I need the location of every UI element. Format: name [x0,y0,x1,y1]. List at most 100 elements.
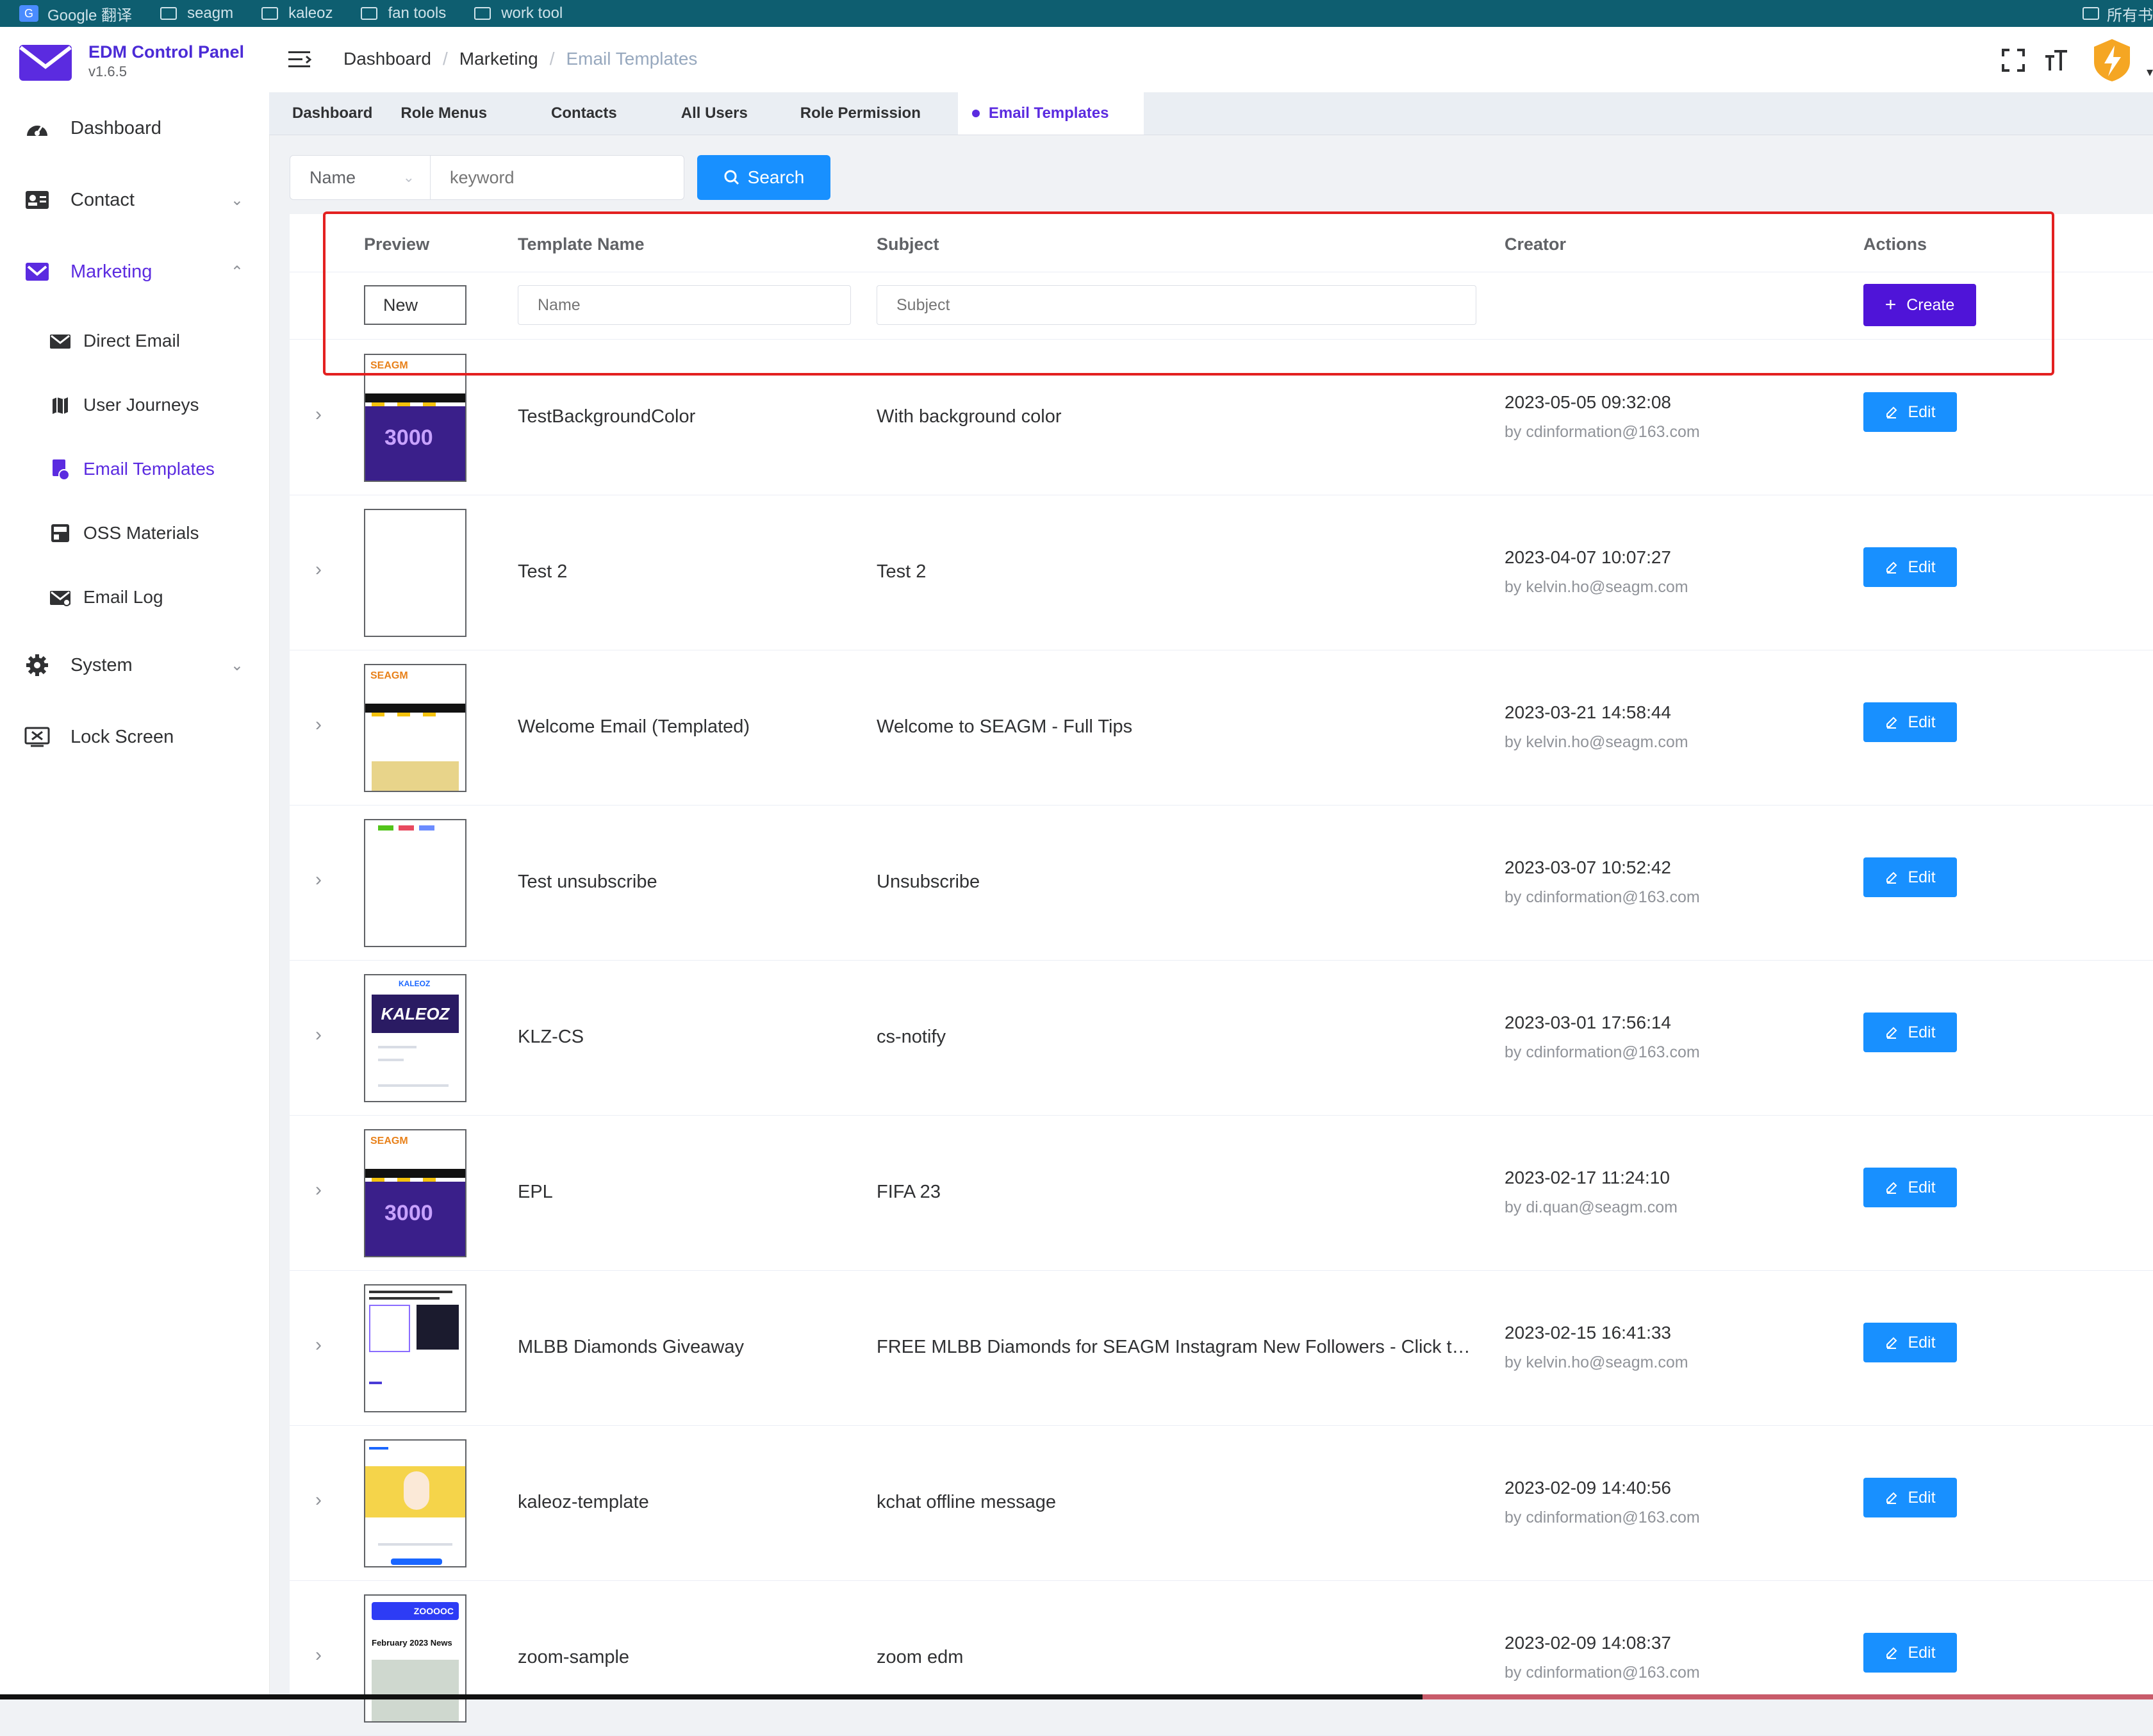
edit-button[interactable]: Edit [1863,392,1957,432]
sidebar-subitem-email-log[interactable]: Email Log [0,572,269,623]
breadcrumb-item[interactable]: Marketing [459,49,538,69]
table-row: › Test unsubscribe Unsubscribe 2023-03-07 1… [290,805,2153,961]
top-header: Dashboard / Marketing / Email Templates … [269,27,2153,92]
folder-icon [2083,7,2099,20]
breadcrumb-item[interactable]: Dashboard [343,49,431,69]
brand[interactable]: EDM Control Panel v1.6.5 [17,38,244,83]
created-date: 2023-02-15 16:41:33 [1505,1323,1671,1343]
thumb-logo: ZOOOOC [372,1602,459,1620]
sidebar-subitem-user-journeys[interactable]: User Journeys [0,379,269,431]
folder-icon [261,7,279,20]
sidebar-item-system[interactable]: System ⌄ [0,640,269,691]
template-name: Test 2 [518,561,568,582]
created-date: 2023-03-07 10:52:42 [1505,857,1671,877]
edit-button[interactable]: Edit [1863,857,1957,897]
create-button[interactable]: + Create [1863,284,1976,326]
template-preview-thumbnail[interactable]: KALEOZ KALEOZ [364,974,466,1102]
sidebar-subitem-direct-email[interactable]: Direct Email [0,315,269,367]
gear-icon [23,651,51,679]
bookmark-item[interactable]: work tool [474,4,563,22]
header-actions: ▾ [2001,38,2153,87]
expand-chevron-icon[interactable]: › [315,404,322,426]
new-name-input[interactable] [518,285,851,325]
active-dot-icon [971,110,980,117]
column-header-preview: Preview [364,235,430,254]
hamburger-icon[interactable] [288,50,312,69]
chevron-down-icon[interactable]: ▾ [2147,64,2153,80]
expand-chevron-icon[interactable]: › [315,1489,322,1511]
creator-email: by di.quan@seagm.com [1505,1198,1678,1216]
expand-chevron-icon[interactable]: › [315,869,322,891]
tab-contacts[interactable]: Contacts [537,92,631,135]
new-subject-input[interactable] [877,285,1476,325]
edit-button[interactable]: Edit [1863,1168,1957,1207]
chevron-down-icon: ⌄ [230,191,243,209]
sidebar-item-dashboard[interactable]: Dashboard [0,103,269,154]
edit-button[interactable]: Edit [1863,1323,1957,1362]
bookmark-item[interactable]: kaleoz [261,4,333,22]
expand-chevron-icon[interactable]: › [315,1179,322,1201]
sidebar-subitem-oss-materials[interactable]: OSS Materials [0,508,269,559]
search-button[interactable]: Search [697,155,830,200]
column-header-actions: Actions [1863,235,1927,254]
avatar[interactable] [2091,38,2132,87]
create-button-label: Create [1906,295,1955,314]
expand-chevron-icon[interactable]: › [315,1644,322,1666]
new-preview-box[interactable]: New [364,285,466,325]
edit-button[interactable]: Edit [1863,702,1957,742]
creator-email: by kelvin.ho@seagm.com [1505,1353,1688,1371]
template-preview-thumbnail[interactable] [364,819,466,947]
template-preview-thumbnail[interactable] [364,1439,466,1567]
thumb-headline: KALEOZ [372,995,459,1033]
app-title: EDM Control Panel [88,42,245,62]
edit-icon [1886,872,1897,884]
font-size-icon[interactable] [2044,49,2068,76]
bookmark-all[interactable]: 所有书 [2083,0,2153,27]
created-date: 2023-03-01 17:56:14 [1505,1013,1671,1032]
template-preview-thumbnail[interactable]: SEAGM 3000 [364,354,466,482]
edit-button[interactable]: Edit [1863,1478,1957,1517]
tab-email-templates[interactable]: Email Templates [957,92,1144,135]
thumb-nav [365,704,465,718]
bookmark-item[interactable]: seagm [160,4,233,22]
sidebar-label: Direct Email [83,331,180,351]
fullscreen-icon[interactable] [2001,48,2025,76]
created-date: 2023-02-09 14:40:56 [1505,1478,1671,1498]
table-row: › SEAGM Welcome Email (Templated) Welcome t… [290,650,2153,806]
tab-dashboard[interactable]: Dashboard [278,92,386,135]
search-input[interactable] [431,155,684,200]
tab-role-permission[interactable]: Role Permission [786,92,935,135]
sidebar-item-marketing[interactable]: Marketing ⌃ [0,246,269,297]
sidebar-item-lock-screen[interactable]: Lock Screen [0,711,269,763]
template-preview-thumbnail[interactable]: SEAGM 3000 [364,1129,466,1257]
creator-email: by cdinformation@163.com [1505,888,1700,906]
edit-icon [1886,1647,1897,1659]
edit-button[interactable]: Edit [1863,1633,1957,1673]
template-subject: With background color [877,406,1062,427]
edit-button[interactable]: Edit [1863,1013,1957,1052]
sidebar-item-contact[interactable]: Contact ⌄ [0,174,269,226]
edit-button[interactable]: Edit [1863,547,1957,587]
template-preview-thumbnail[interactable] [364,1284,466,1412]
template-preview-thumbnail[interactable] [364,509,466,637]
expand-chevron-icon[interactable]: › [315,1334,322,1356]
tab-role-menus[interactable]: Role Menus [386,92,501,135]
sidebar-subitem-email-templates[interactable]: Email Templates [0,443,269,495]
expand-chevron-icon[interactable]: › [315,714,322,736]
expand-chevron-icon[interactable]: › [315,1024,322,1046]
search-field-select[interactable]: Name ⌄ [290,155,431,200]
dashboard-icon [23,114,51,142]
expand-chevron-icon[interactable]: › [315,559,322,581]
bookmark-item[interactable]: fan tools [361,4,446,22]
edit-button-label: Edit [1908,1023,1936,1041]
bookmark-item[interactable]: G Google 翻译 [19,3,132,25]
edit-icon [1886,561,1897,574]
template-name: Welcome Email (Templated) [518,716,750,737]
mail-icon [23,258,51,286]
creator-email: by cdinformation@163.com [1505,1509,1700,1526]
template-preview-thumbnail[interactable]: SEAGM [364,664,466,792]
table-row: › ZOOOOC February 2023 News zoom-sample zoom… [290,1580,2153,1736]
sidebar-label: Email Templates [83,459,215,479]
template-preview-thumbnail[interactable]: ZOOOOC February 2023 News [364,1594,466,1723]
tab-all-users[interactable]: All Users [667,92,762,135]
